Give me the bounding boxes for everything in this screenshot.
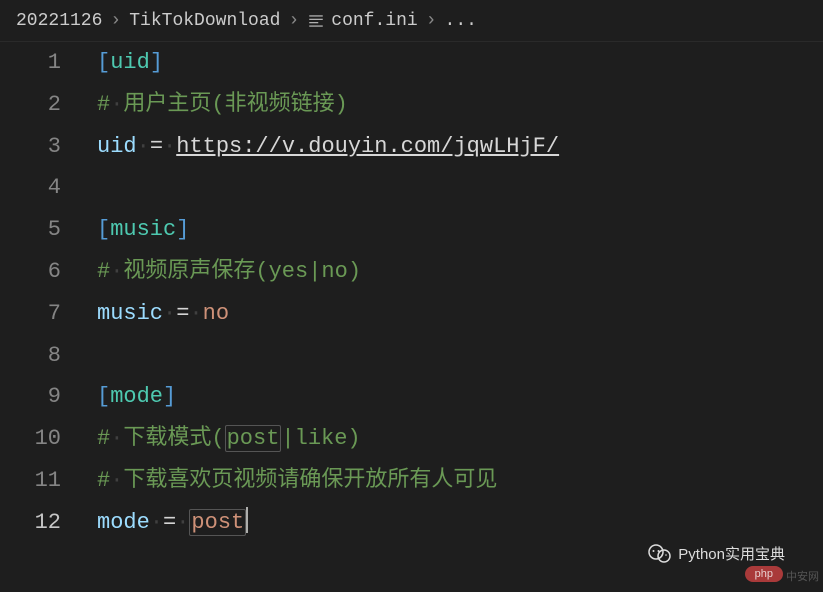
code-line[interactable]: mode·=·post — [97, 502, 823, 544]
breadcrumb-more[interactable]: ... — [445, 11, 477, 31]
code-editor[interactable]: 1 2 3 4 5 6 7 8 9 10 11 12 [uid] #·用户主页(… — [0, 42, 823, 592]
code-line[interactable]: music·=·no — [97, 293, 823, 335]
line-number: 2 — [0, 84, 61, 126]
side-watermark: 中安网 — [786, 568, 819, 584]
file-icon — [307, 12, 325, 30]
line-number: 8 — [0, 335, 61, 377]
code-line[interactable]: [music] — [97, 209, 823, 251]
wechat-icon — [648, 544, 672, 564]
code-line[interactable] — [97, 167, 823, 209]
line-number: 9 — [0, 376, 61, 418]
watermark-text: Python实用宝典 — [678, 543, 785, 564]
breadcrumb[interactable]: 20221126 › TikTokDownload › conf.ini › .… — [0, 0, 823, 42]
code-line[interactable]: #·用户主页(非视频链接) — [97, 84, 823, 126]
code-line[interactable]: #·视频原声保存(yes|no) — [97, 251, 823, 293]
chevron-right-icon: › — [110, 11, 121, 31]
line-number: 5 — [0, 209, 61, 251]
code-line[interactable]: #·下载模式(post|like) — [97, 418, 823, 460]
code-line[interactable]: uid·=·https://v.douyin.com/jqwLHjF/ — [97, 126, 823, 168]
line-number: 10 — [0, 418, 61, 460]
chevron-right-icon: › — [288, 11, 299, 31]
line-number: 3 — [0, 126, 61, 168]
php-badge: php — [745, 566, 783, 582]
line-number: 12 — [0, 502, 61, 544]
line-number: 6 — [0, 251, 61, 293]
code-line[interactable]: [uid] — [97, 42, 823, 84]
line-number: 1 — [0, 42, 61, 84]
line-number: 11 — [0, 460, 61, 502]
breadcrumb-file[interactable]: conf.ini — [331, 11, 417, 31]
text-cursor — [246, 507, 248, 533]
line-number: 7 — [0, 293, 61, 335]
code-content[interactable]: [uid] #·用户主页(非视频链接) uid·=·https://v.douy… — [85, 42, 823, 592]
code-line[interactable]: #·下载喜欢页视频请确保开放所有人可见 — [97, 460, 823, 502]
breadcrumb-folder-2[interactable]: TikTokDownload — [129, 11, 280, 31]
breadcrumb-folder-1[interactable]: 20221126 — [16, 11, 102, 31]
chevron-right-icon: › — [426, 11, 437, 31]
watermark: Python实用宝典 — [648, 543, 785, 564]
line-number-gutter: 1 2 3 4 5 6 7 8 9 10 11 12 — [0, 42, 85, 592]
code-line[interactable]: [mode] — [97, 376, 823, 418]
code-line[interactable] — [97, 335, 823, 377]
line-number: 4 — [0, 167, 61, 209]
